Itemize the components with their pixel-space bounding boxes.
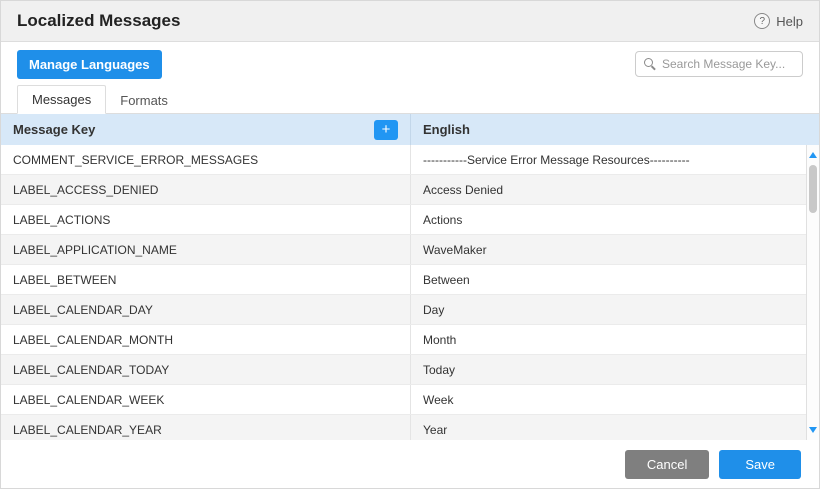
localized-messages-panel: Localized Messages ? Help Manage Languag… <box>0 0 820 489</box>
question-mark-icon: ? <box>754 13 770 29</box>
table-body: COMMENT_SERVICE_ERROR_MESSAGES----------… <box>1 145 806 440</box>
message-key-cell[interactable]: LABEL_CALENDAR_YEAR <box>1 415 411 440</box>
english-value-cell[interactable]: Month <box>411 325 806 354</box>
table-row[interactable]: LABEL_ACTIONSActions <box>1 205 806 235</box>
english-value-cell[interactable]: Year <box>411 415 806 440</box>
toolbar: Manage Languages <box>1 42 819 86</box>
message-key-cell[interactable]: LABEL_CALENDAR_DAY <box>1 295 411 324</box>
table-row[interactable]: LABEL_CALENDAR_TODAYToday <box>1 355 806 385</box>
table-row[interactable]: LABEL_CALENDAR_WEEKWeek <box>1 385 806 415</box>
table-row[interactable]: LABEL_CALENDAR_MONTHMonth <box>1 325 806 355</box>
english-value-cell[interactable]: -----------Service Error Message Resourc… <box>411 145 806 174</box>
table-row[interactable]: LABEL_APPLICATION_NAMEWaveMaker <box>1 235 806 265</box>
column-header-english: English <box>411 114 819 145</box>
help-button[interactable]: ? Help <box>754 13 803 29</box>
footer-actions: Cancel Save <box>1 440 819 488</box>
message-key-cell[interactable]: LABEL_CALENDAR_TODAY <box>1 355 411 384</box>
save-button[interactable]: Save <box>719 450 801 479</box>
message-key-cell[interactable]: LABEL_ACTIONS <box>1 205 411 234</box>
table-row[interactable]: LABEL_BETWEENBetween <box>1 265 806 295</box>
english-value-cell[interactable]: Between <box>411 265 806 294</box>
scroll-down-arrow[interactable] <box>807 423 819 437</box>
manage-languages-button[interactable]: Manage Languages <box>17 50 162 79</box>
english-value-cell[interactable]: Access Denied <box>411 175 806 204</box>
message-key-cell[interactable]: LABEL_ACCESS_DENIED <box>1 175 411 204</box>
search-icon <box>644 58 656 70</box>
table-body-wrap: COMMENT_SERVICE_ERROR_MESSAGES----------… <box>1 145 819 440</box>
message-key-cell[interactable]: LABEL_BETWEEN <box>1 265 411 294</box>
english-value-cell[interactable]: Actions <box>411 205 806 234</box>
search-box[interactable] <box>635 51 803 77</box>
scrollbar-thumb[interactable] <box>809 165 817 213</box>
cancel-button[interactable]: Cancel <box>625 450 709 479</box>
message-key-cell[interactable]: LABEL_CALENDAR_MONTH <box>1 325 411 354</box>
table-row[interactable]: LABEL_CALENDAR_DAYDay <box>1 295 806 325</box>
column-header-message-key-cell: Message Key + <box>1 114 411 145</box>
table-row[interactable]: LABEL_CALENDAR_YEARYear <box>1 415 806 440</box>
add-message-key-button[interactable]: + <box>374 120 398 140</box>
scroll-up-arrow[interactable] <box>807 148 819 162</box>
table-row[interactable]: COMMENT_SERVICE_ERROR_MESSAGES----------… <box>1 145 806 175</box>
triangle-up-icon <box>809 152 817 158</box>
english-value-cell[interactable]: Day <box>411 295 806 324</box>
english-value-cell[interactable]: WaveMaker <box>411 235 806 264</box>
english-value-cell[interactable]: Today <box>411 355 806 384</box>
table-header: Message Key + English <box>1 114 819 145</box>
english-value-cell[interactable]: Week <box>411 385 806 414</box>
page-title: Localized Messages <box>17 11 180 31</box>
vertical-scrollbar[interactable] <box>806 145 819 440</box>
table-row[interactable]: LABEL_ACCESS_DENIEDAccess Denied <box>1 175 806 205</box>
triangle-down-icon <box>809 427 817 433</box>
message-key-cell[interactable]: LABEL_APPLICATION_NAME <box>1 235 411 264</box>
tab-bar: Messages Formats <box>1 86 819 114</box>
search-input[interactable] <box>662 57 794 71</box>
title-bar: Localized Messages ? Help <box>1 1 819 42</box>
tab-messages[interactable]: Messages <box>17 85 106 114</box>
help-label: Help <box>776 14 803 29</box>
tab-formats[interactable]: Formats <box>106 87 182 114</box>
message-key-cell[interactable]: LABEL_CALENDAR_WEEK <box>1 385 411 414</box>
column-header-message-key: Message Key <box>13 122 95 137</box>
message-key-cell[interactable]: COMMENT_SERVICE_ERROR_MESSAGES <box>1 145 411 174</box>
